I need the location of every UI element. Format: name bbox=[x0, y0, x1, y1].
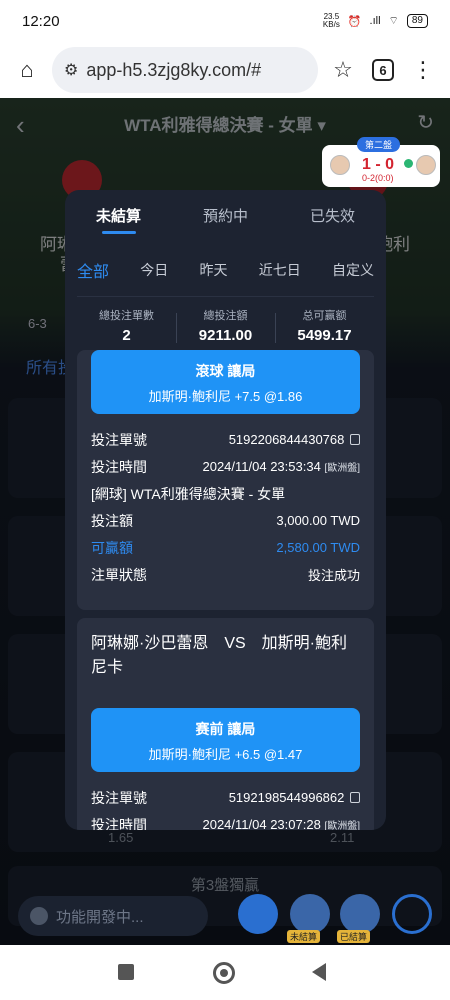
site-settings-icon[interactable]: ⚙ bbox=[64, 60, 78, 80]
bet-card: 阿琳娜·沙巴蕾恩 VS 加斯明·鮑利尼卡 赛前 讓局 加斯明·鮑利尼 +6.5 … bbox=[77, 618, 374, 830]
tab-switcher-button[interactable]: 6 bbox=[368, 55, 398, 85]
time-row: 投注時間 2024/11/04 23:53:34 [歐洲盤] bbox=[77, 453, 374, 480]
stat-label: 总可赢额 bbox=[302, 310, 347, 322]
settled-bets-button[interactable]: 已結算 bbox=[337, 894, 380, 943]
filter-7days[interactable]: 近七日 bbox=[259, 260, 301, 280]
win-amount: 2,580.00 TWD bbox=[276, 540, 360, 555]
battery-icon: 89 bbox=[406, 14, 428, 28]
order-label: 投注單號 bbox=[91, 431, 147, 448]
filter-custom[interactable]: 自定义 bbox=[332, 260, 374, 280]
bet-time: 2024/11/04 23:53:34 bbox=[202, 459, 321, 474]
recents-icon[interactable] bbox=[118, 964, 134, 980]
order-label: 投注單號 bbox=[91, 789, 147, 806]
chat-placeholder: 功能開發中... bbox=[56, 908, 144, 926]
filter-today[interactable]: 今日 bbox=[140, 260, 168, 280]
bet-selection-button[interactable]: 赛前 讓局 加斯明·鮑利尼 +6.5 @1.47 bbox=[91, 708, 360, 772]
order-row: 投注單號 5192198544996862 bbox=[77, 784, 374, 811]
tab-invalid[interactable]: 已失效 bbox=[279, 190, 386, 244]
stat-total-count: 總投注單數 2 bbox=[77, 297, 176, 352]
bet-card: 滾球 讓局 加斯明·鮑利尼 +7.5 @1.86 投注單號 5192206844… bbox=[77, 350, 374, 610]
unsettled-bets-button[interactable]: 未結算 bbox=[287, 894, 330, 943]
home-icon[interactable]: ⌂ bbox=[12, 55, 42, 85]
win-row: 可贏額 2,580.00 TWD bbox=[77, 534, 374, 561]
order-row: 投注單號 5192206844430768 bbox=[77, 426, 374, 453]
amount-label: 投注額 bbox=[91, 512, 133, 529]
set-tag: 第二盤 bbox=[357, 137, 401, 152]
amount-row: 投注額 3,000.00 TWD bbox=[77, 507, 374, 534]
bet-type: 赛前 讓局 bbox=[195, 721, 256, 737]
mute-alarm-icon: ⏰ bbox=[347, 15, 362, 28]
time-row: 投注時間 2024/11/04 23:07:28 [歐洲盤] bbox=[77, 811, 374, 831]
odds-type: [歐洲盤] bbox=[324, 463, 360, 474]
bet-selection: 加斯明·鮑利尼 +6.5 @1.47 bbox=[148, 747, 303, 762]
tab-reserved[interactable]: 預約中 bbox=[172, 190, 279, 244]
status-icons: 23.5 KB/s ⏰ .ıll ⌔ 89 bbox=[323, 13, 428, 29]
bet-status-tabs: 未結算 預約中 已失效 bbox=[65, 190, 386, 244]
browser-toolbar: ⌂ ⚙ app-h5.3zjg8ky.com/# ☆ 6 ⋮ bbox=[0, 42, 450, 98]
bet-summary: 總投注單數 2 總投注額 9211.00 总可赢额 5499.17 bbox=[77, 296, 374, 352]
status-label: 注單狀態 bbox=[91, 566, 147, 583]
odds-type: [歐洲盤] bbox=[324, 821, 360, 830]
time-label: 投注時間 bbox=[91, 816, 147, 831]
status-row: 注單狀態 投注成功 bbox=[77, 561, 374, 588]
chat-icon bbox=[30, 907, 48, 925]
bet-time: 2024/11/04 23:07:28 bbox=[202, 817, 321, 830]
chat-input[interactable]: 功能開發中... bbox=[18, 896, 208, 936]
stat-label: 總投注單數 bbox=[99, 310, 154, 322]
filter-all[interactable]: 全部 bbox=[77, 258, 109, 282]
system-navbar bbox=[0, 945, 450, 1000]
home-nav-icon[interactable] bbox=[213, 962, 235, 984]
signal-icon: .ıll bbox=[369, 15, 381, 27]
unsettled-tag: 未結算 bbox=[287, 930, 321, 943]
more-menu-icon[interactable]: ⋮ bbox=[408, 55, 438, 85]
bet-slip-icon[interactable] bbox=[238, 894, 278, 934]
stat-value: 5499.17 bbox=[297, 327, 352, 344]
copy-icon[interactable] bbox=[350, 434, 360, 445]
url-bar[interactable]: ⚙ app-h5.3zjg8ky.com/# bbox=[52, 47, 318, 93]
refresh-button-icon[interactable] bbox=[392, 894, 432, 934]
player-right-avatar bbox=[416, 155, 436, 175]
bet-selection: 加斯明·鮑利尼 +7.5 @1.86 bbox=[148, 389, 303, 404]
date-filters: 全部 今日 昨天 近七日 自定义 bbox=[65, 244, 386, 296]
live-score: 1 - 0 bbox=[362, 156, 395, 173]
bet-type: 滾球 讓局 bbox=[195, 363, 256, 379]
status-bar: 12:20 23.5 KB/s ⏰ .ıll ⌔ 89 bbox=[0, 0, 450, 42]
time-label: 投注時間 bbox=[91, 458, 147, 475]
filter-yesterday[interactable]: 昨天 bbox=[199, 260, 227, 280]
bet-records-modal: 未結算 預約中 已失效 全部 今日 昨天 近七日 自定义 總投注單數 2 總投注… bbox=[65, 190, 386, 830]
stat-total-win: 总可赢额 5499.17 bbox=[275, 297, 374, 352]
bottom-toolbar: 功能開發中... 未結算 已結算 bbox=[0, 890, 450, 945]
net-speed: 23.5 KB/s bbox=[322, 12, 340, 29]
stat-total-amount: 總投注額 9211.00 bbox=[176, 297, 275, 352]
match-title: 阿琳娜·沙巴蕾恩 VS 加斯明·鮑利尼卡 bbox=[91, 635, 348, 676]
win-label: 可贏額 bbox=[91, 539, 133, 556]
order-number: 5192198544996862 bbox=[228, 790, 345, 805]
status-time: 12:20 bbox=[22, 12, 60, 30]
tab-count: 6 bbox=[372, 59, 394, 81]
back-nav-icon[interactable] bbox=[312, 963, 326, 981]
bet-selection-button[interactable]: 滾球 讓局 加斯明·鮑利尼 +7.5 @1.86 bbox=[91, 350, 360, 414]
bookmark-star-icon[interactable]: ☆ bbox=[328, 55, 358, 85]
stat-value: 2 bbox=[122, 327, 131, 344]
game-score: 0-2(0:0) bbox=[362, 173, 394, 183]
player-left-avatar bbox=[330, 155, 350, 175]
bet-status: 投注成功 bbox=[307, 568, 360, 583]
settled-tag: 已結算 bbox=[337, 930, 371, 943]
copy-icon[interactable] bbox=[350, 792, 360, 803]
stat-label: 總投注額 bbox=[203, 310, 248, 322]
url-text: app-h5.3zjg8ky.com/# bbox=[86, 59, 262, 80]
league-row: [網球] WTA利雅得總決賽 - 女單 bbox=[77, 480, 374, 507]
stat-value: 9211.00 bbox=[198, 327, 253, 344]
live-score-widget[interactable]: 第二盤 1 - 0 0-2(0:0) bbox=[322, 137, 440, 187]
wifi-icon: ⌔ bbox=[388, 15, 399, 27]
order-number: 5192206844430768 bbox=[228, 432, 345, 447]
bet-amount: 3,000.00 TWD bbox=[276, 513, 360, 528]
league-name: [網球] WTA利雅得總決賽 - 女單 bbox=[91, 485, 286, 502]
serve-indicator-icon bbox=[404, 159, 413, 168]
tab-unsettled[interactable]: 未結算 bbox=[65, 190, 172, 244]
